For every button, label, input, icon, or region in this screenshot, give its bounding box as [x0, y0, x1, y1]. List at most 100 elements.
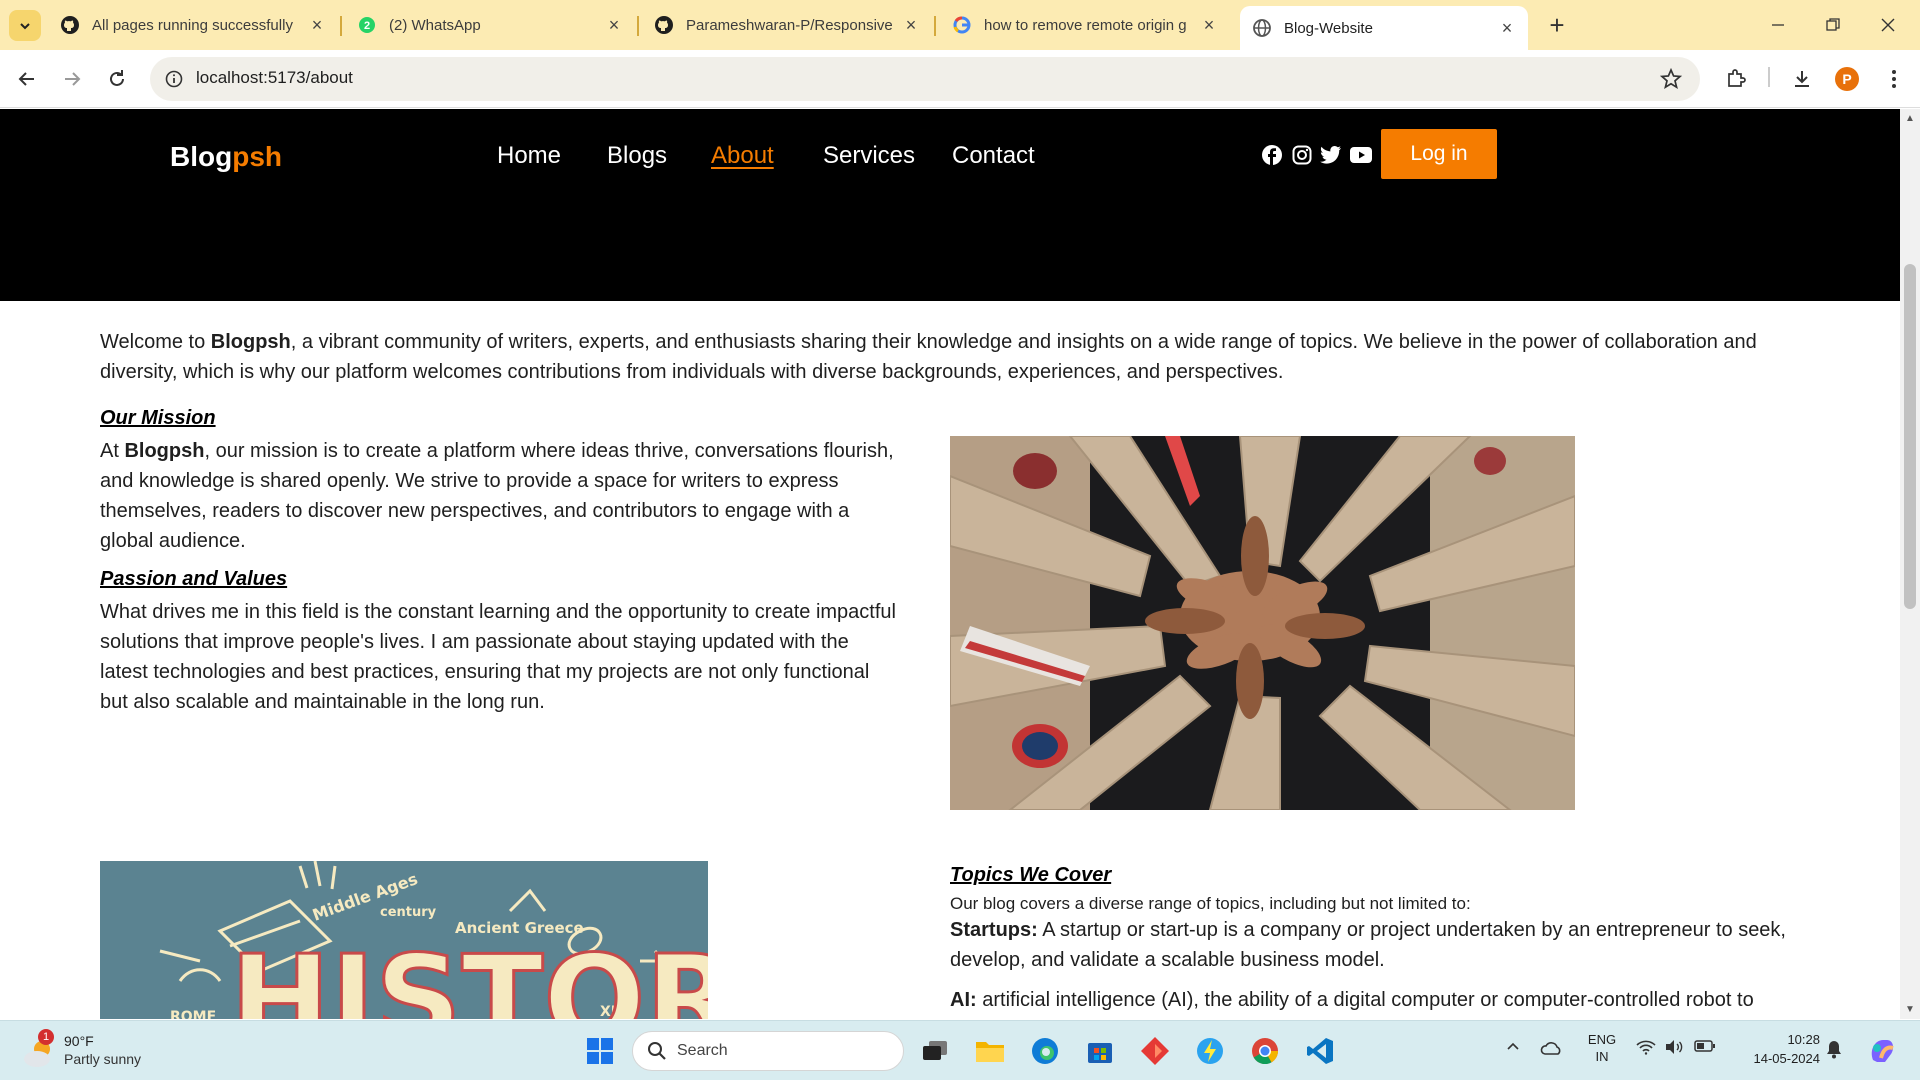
browser-tab-3[interactable]: Parameshwaran-P/Responsive-I × — [642, 8, 932, 42]
site-logo[interactable]: Blogpsh — [170, 141, 282, 173]
browser-tab-1[interactable]: All pages running successfully · × — [48, 8, 338, 42]
close-icon[interactable]: × — [1498, 19, 1516, 37]
app-diamond-icon[interactable] — [1135, 1031, 1175, 1071]
globe-icon — [1252, 18, 1272, 38]
chrome-icon[interactable] — [1245, 1031, 1285, 1071]
reload-icon[interactable] — [100, 62, 134, 96]
tab-title: (2) WhatsApp — [389, 16, 481, 34]
nav-link-about[interactable]: About — [711, 142, 774, 170]
history-label-rome: ROME — [170, 1009, 216, 1019]
browser-tab-4[interactable]: how to remove remote origin g × — [940, 8, 1230, 42]
weather-condition: Partly sunny — [64, 1051, 142, 1067]
volume-icon[interactable] — [1664, 1039, 1684, 1055]
page-scrollbar[interactable]: ▲ ▼ — [1900, 109, 1920, 1019]
window-close-icon[interactable] — [1868, 8, 1908, 42]
facebook-icon[interactable] — [1260, 143, 1284, 167]
svg-text:2: 2 — [364, 20, 370, 32]
clock-date: 14-05-2024 — [1753, 1051, 1821, 1066]
bookmark-star-icon[interactable] — [1660, 68, 1682, 90]
page-viewport: Blogpsh Home Blogs About Services Contac… — [0, 109, 1920, 1019]
language-indicator[interactable]: ENG IN — [1585, 1031, 1619, 1065]
task-view-icon[interactable] — [915, 1031, 955, 1071]
nav-link-home[interactable]: Home — [497, 142, 561, 170]
history-title: HISTORY — [230, 931, 708, 1019]
topics-heading: Topics We Cover — [950, 864, 1112, 886]
passion-paragraph: What drives me in this field is the cons… — [100, 601, 896, 713]
address-bar[interactable]: localhost:5173/about — [150, 57, 1700, 101]
taskbar-search-box[interactable]: Search — [632, 1031, 904, 1071]
tab-separator — [340, 16, 342, 36]
profile-avatar[interactable]: P — [1835, 67, 1859, 91]
tab-title: All pages running successfully · — [92, 16, 298, 34]
tab-separator — [637, 16, 639, 36]
topic-item-ai: AI: artificial intelligence (AI), the ab… — [950, 989, 1754, 1011]
mission-heading: Our Mission — [100, 407, 216, 429]
edge-browser-icon[interactable] — [1025, 1031, 1065, 1071]
vscode-icon[interactable] — [1300, 1031, 1340, 1071]
microsoft-store-icon[interactable] — [1080, 1031, 1120, 1071]
toolbar-separator — [1768, 67, 1770, 87]
passion-heading: Passion and Values — [100, 568, 288, 590]
login-button[interactable]: Log in — [1381, 129, 1497, 179]
windows-taskbar: 1 90°F Partly sunny Search ENG IN 10:28 … — [0, 1020, 1920, 1080]
file-explorer-icon[interactable] — [970, 1031, 1010, 1071]
clock-time: 10:28 — [1787, 1032, 1820, 1047]
nav-link-services[interactable]: Services — [823, 142, 915, 170]
close-icon[interactable]: × — [1200, 16, 1218, 34]
browser-menu-icon[interactable] — [1878, 63, 1910, 95]
nav-link-blogs[interactable]: Blogs — [607, 142, 667, 170]
tab-separator — [934, 16, 936, 36]
scroll-down-arrow-icon[interactable]: ▼ — [1905, 1004, 1915, 1015]
copilot-icon[interactable] — [1862, 1031, 1902, 1071]
scrollbar-thumb[interactable] — [1904, 264, 1916, 609]
extensions-puzzle-icon[interactable] — [1720, 63, 1752, 95]
new-tab-plus-icon[interactable]: + — [1542, 10, 1572, 40]
forward-arrow-icon[interactable] — [55, 62, 89, 96]
whatsapp-icon: 2 — [357, 15, 377, 35]
search-label: Search — [677, 1042, 728, 1059]
tray-chevron-up-icon[interactable] — [1505, 1039, 1521, 1055]
battery-icon[interactable] — [1694, 1039, 1716, 1053]
topic-item-startups: Startups: A startup or start-up is a com… — [950, 919, 1786, 971]
system-clock[interactable]: 10:28 14-05-2024 — [1740, 1030, 1821, 1068]
mission-paragraph: At Blogpsh, our mission is to create a p… — [100, 440, 894, 552]
browser-tab-2[interactable]: 2 (2) WhatsApp × — [345, 8, 635, 42]
url-text[interactable]: localhost:5173/about — [196, 68, 353, 88]
close-icon[interactable]: × — [308, 16, 326, 34]
app-lightning-icon[interactable] — [1190, 1031, 1230, 1071]
youtube-icon[interactable] — [1349, 143, 1373, 167]
back-arrow-icon[interactable] — [10, 62, 44, 96]
browser-toolbar: localhost:5173/about — [0, 50, 1920, 108]
restore-icon[interactable] — [1813, 8, 1853, 42]
tab-title: Parameshwaran-P/Responsive-I — [686, 16, 892, 34]
scroll-up-arrow-icon[interactable]: ▲ — [1905, 113, 1915, 124]
chevron-down-icon — [20, 22, 30, 29]
browser-tab-active[interactable]: Blog-Website × — [1240, 6, 1528, 50]
site-header: Blogpsh Home Blogs About Services Contac… — [0, 109, 1900, 301]
language-code: ENG — [1587, 1032, 1617, 1047]
google-icon — [952, 15, 972, 35]
notification-bell-icon[interactable] — [1825, 1039, 1843, 1059]
onedrive-icon[interactable] — [1540, 1039, 1564, 1057]
github-icon — [60, 15, 80, 35]
topics-subheading: Our blog covers a diverse range of topic… — [950, 894, 1471, 913]
browser-tab-bar: All pages running successfully · × 2 (2)… — [0, 0, 1920, 50]
windows-start-icon[interactable] — [580, 1031, 620, 1071]
close-icon[interactable]: × — [902, 16, 920, 34]
nav-link-contact[interactable]: Contact — [952, 142, 1035, 170]
team-hands-photo — [950, 436, 1575, 810]
history-illustration: Middle Ages century Ancient Greece ROME … — [100, 861, 708, 1019]
weather-widget[interactable]: 1 90°F Partly sunny — [22, 1029, 172, 1073]
tab-title: how to remove remote origin g — [984, 16, 1187, 34]
site-info-icon[interactable] — [162, 67, 186, 91]
weather-notification-badge: 1 — [38, 1029, 54, 1045]
intro-paragraph: Welcome to Blogpsh, a vibrant community … — [100, 331, 1757, 383]
instagram-icon[interactable] — [1290, 143, 1314, 167]
search-icon — [648, 1042, 666, 1060]
download-icon[interactable] — [1786, 63, 1818, 95]
minimize-icon[interactable] — [1758, 8, 1798, 42]
tab-search-button[interactable] — [9, 10, 41, 41]
close-icon[interactable]: × — [605, 16, 623, 34]
wifi-icon[interactable] — [1636, 1039, 1656, 1055]
twitter-icon[interactable] — [1319, 143, 1343, 167]
